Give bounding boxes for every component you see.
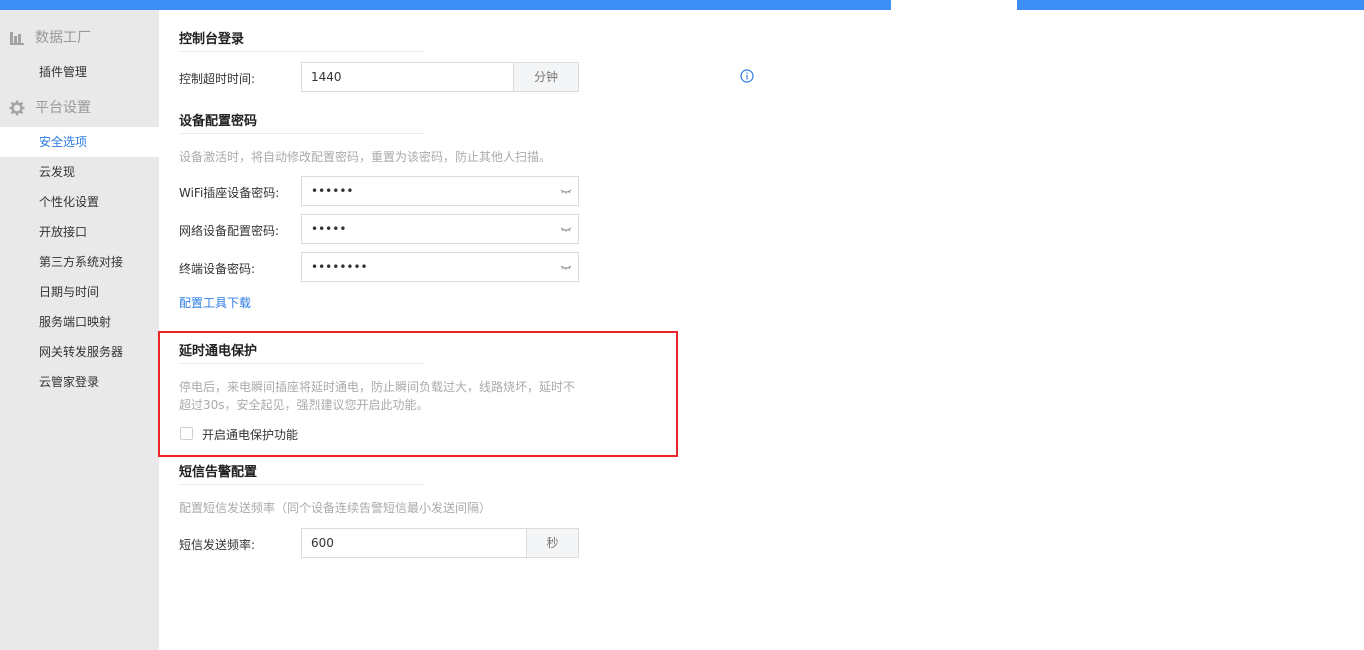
wifi-password-value: ••••••	[311, 184, 354, 198]
sidebar: 数据工厂 插件管理 平台设置 安全选项 云发现 个性化设置 开放接口 第三方系统…	[0, 10, 159, 650]
sidebar-item-cloud-login[interactable]: 云管家登录	[0, 367, 159, 397]
sms-frequency-input[interactable]: 600	[301, 528, 527, 558]
main-content: 控制台登录 控制超时时间: 1440 分钟 设备配置密码 设备激活时，将自动修改…	[159, 10, 1364, 650]
sidebar-item-third-party[interactable]: 第三方系统对接	[0, 247, 159, 277]
sms-alert-description: 配置短信发送频率（同个设备连续告警短信最小发送间隔）	[179, 501, 492, 515]
network-password-value: •••••	[311, 222, 347, 236]
sms-frequency-unit: 秒	[526, 528, 579, 558]
bar-chart-icon	[10, 32, 24, 45]
section-divider	[179, 133, 425, 134]
sidebar-item-gateway-server[interactable]: 网关转发服务器	[0, 337, 159, 367]
sidebar-item-port-mapping[interactable]: 服务端口映射	[0, 307, 159, 337]
eye-closed-icon[interactable]	[560, 185, 572, 197]
eye-closed-icon[interactable]	[560, 261, 572, 273]
sidebar-group-platform-settings[interactable]: 平台设置	[0, 93, 159, 123]
section-title-device-password: 设备配置密码	[179, 114, 258, 129]
config-tool-download-link[interactable]: 配置工具下载	[179, 294, 251, 311]
timeout-unit: 分钟	[513, 62, 579, 92]
sidebar-item-personalization[interactable]: 个性化设置	[0, 187, 159, 217]
highlight-box	[158, 331, 678, 457]
sidebar-group-label: 平台设置	[35, 100, 91, 116]
sms-frequency-label: 短信发送频率:	[179, 538, 256, 552]
device-password-description: 设备激活时，将自动修改配置密码，重置为该密码，防止其他人扫描。	[179, 150, 552, 164]
wifi-password-label: WiFi插座设备密码:	[179, 186, 280, 200]
timeout-label: 控制超时时间:	[179, 72, 256, 86]
eye-closed-icon[interactable]	[560, 223, 572, 235]
wifi-password-input[interactable]: ••••••	[301, 176, 579, 206]
top-bar-right	[1017, 0, 1364, 10]
top-bar-left	[0, 0, 891, 10]
terminal-password-input[interactable]: ••••••••	[301, 252, 579, 282]
gear-icon	[9, 100, 25, 116]
section-title-sms-alert: 短信告警配置	[179, 465, 258, 480]
section-title-console-login: 控制台登录	[179, 32, 245, 47]
sidebar-group-label: 数据工厂	[35, 30, 91, 46]
sidebar-item-open-api[interactable]: 开放接口	[0, 217, 159, 247]
terminal-password-value: ••••••••	[311, 260, 368, 274]
section-divider	[179, 51, 425, 52]
network-password-input[interactable]: •••••	[301, 214, 579, 244]
sidebar-item-security-options[interactable]: 安全选项	[0, 127, 159, 157]
sidebar-group-data-factory[interactable]: 数据工厂	[0, 23, 159, 53]
section-divider	[179, 484, 425, 485]
sidebar-item-plugin-management[interactable]: 插件管理	[0, 57, 159, 87]
network-password-label: 网络设备配置密码:	[179, 224, 280, 238]
sidebar-item-cloud-discovery[interactable]: 云发现	[0, 157, 159, 187]
sidebar-item-date-time[interactable]: 日期与时间	[0, 277, 159, 307]
terminal-password-label: 终端设备密码:	[179, 262, 256, 276]
timeout-input[interactable]: 1440	[301, 62, 514, 92]
info-icon[interactable]	[740, 69, 754, 83]
